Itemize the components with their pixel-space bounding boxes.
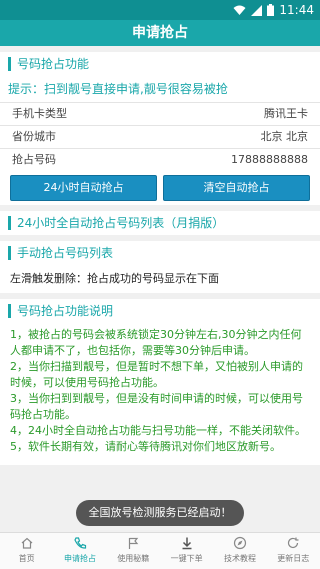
- tab-label: 更新日志: [277, 554, 310, 563]
- section-heading-auto-list: 24小时全自动抢占号码列表（月捐版）: [0, 211, 320, 235]
- row-value: 17888888888: [231, 153, 308, 166]
- toast-message: 全国放号检测服务已经启动！: [76, 500, 244, 526]
- instruction-line: 5，软件长期有效，请耐心等待腾讯对你们地区放新号。: [10, 440, 281, 453]
- download-icon: [182, 537, 192, 550]
- tab-label: 一键下单: [170, 554, 203, 563]
- tab-home[interactable]: 首页: [0, 533, 53, 569]
- row-label: 省份城市: [12, 130, 56, 143]
- instruction-line: 4，24小时全自动抢占功能与扫号功能一样，不能关闭软件。: [10, 424, 306, 437]
- status-bar: 11:44: [0, 0, 320, 20]
- section-heading-instructions: 号码抢占功能说明: [0, 299, 320, 323]
- instruction-line: 2，当你扫描到靓号，但是暂时不想下单，又怕被别人申请的时候，可以使用号码抢占功能…: [10, 360, 303, 389]
- grab-hint: 提示：扫到靓号直接申请,靓号很容易被抢: [8, 82, 228, 96]
- tab-one-click-order[interactable]: 一键下单: [160, 533, 213, 569]
- tab-apply-grab[interactable]: 申请抢占: [53, 533, 106, 569]
- auto-grab-button[interactable]: 24小时自动抢占: [10, 175, 157, 201]
- wifi-icon: [233, 5, 246, 15]
- instruction-line: 3，当你扫到到靓号，但是没有时间申请的时候，可以使用号码抢占功能。: [10, 392, 303, 421]
- compass-icon: [233, 536, 247, 550]
- battery-icon: [267, 4, 275, 16]
- grab-panel: 提示：扫到靓号直接申请,靓号很容易被抢 手机卡类型 腾讯王卡 省份城市 北京 北…: [0, 76, 320, 171]
- button-row: 24小时自动抢占 清空自动抢占: [0, 171, 320, 205]
- row-grab-number[interactable]: 抢占号码 17888888888: [0, 148, 320, 171]
- instructions-text: 1，被抢占的号码会被系统锁定30分钟左右,30分钟之内任何人都申请不了，也包括你…: [0, 323, 320, 465]
- tab-tutorial[interactable]: 技术教程: [213, 533, 266, 569]
- refresh-icon: [288, 537, 299, 549]
- home-icon: [21, 537, 33, 549]
- row-province-city[interactable]: 省份城市 北京 北京: [0, 125, 320, 148]
- tab-label: 技术教程: [223, 554, 256, 563]
- section-heading-grab: 号码抢占功能: [0, 52, 320, 76]
- tab-tips[interactable]: 使用秘籍: [107, 533, 160, 569]
- row-value: 腾讯王卡: [264, 107, 308, 120]
- tab-label: 申请抢占: [63, 554, 96, 563]
- clear-auto-grab-button[interactable]: 清空自动抢占: [163, 175, 310, 201]
- signal-icon: [251, 4, 263, 16]
- main-content: 号码抢占功能 提示：扫到靓号直接申请,靓号很容易被抢 手机卡类型 腾讯王卡 省份…: [0, 46, 320, 465]
- instruction-line: 1，被抢占的号码会被系统锁定30分钟左右,30分钟之内任何人都申请不了，也包括你…: [10, 328, 302, 357]
- tab-label: 首页: [18, 554, 35, 563]
- row-label: 抢占号码: [12, 153, 56, 166]
- tab-label: 使用秘籍: [117, 554, 150, 563]
- row-card-type[interactable]: 手机卡类型 腾讯王卡: [0, 102, 320, 125]
- status-time: 11:44: [279, 3, 314, 17]
- page-title: 申请抢占: [0, 20, 320, 46]
- phone-icon: [74, 537, 87, 549]
- section-heading-manual-list: 手动抢占号码列表: [0, 241, 320, 265]
- row-value: 北京 北京: [260, 130, 309, 143]
- bottom-tab-bar: 首页 申请抢占 使用秘籍 一键下单 技术教程 更新日志: [0, 532, 320, 569]
- swipe-delete-note: 左滑触发删除：抢占成功的号码显示在下面: [0, 265, 320, 293]
- row-label: 手机卡类型: [12, 107, 67, 120]
- flag-icon: [129, 537, 139, 549]
- tab-changelog[interactable]: 更新日志: [267, 533, 320, 569]
